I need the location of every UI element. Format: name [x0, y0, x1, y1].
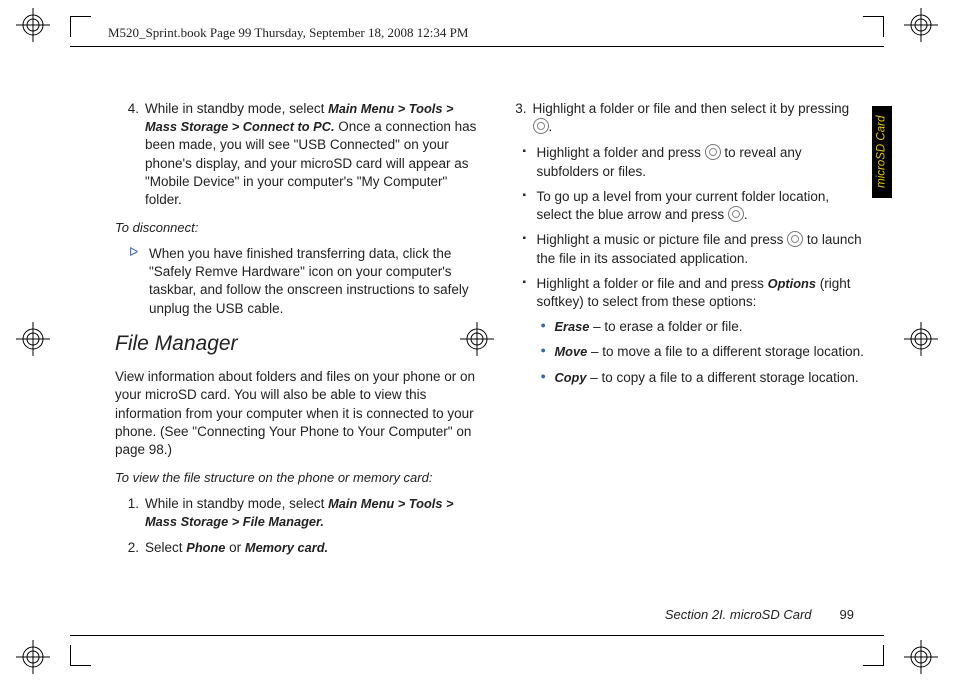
ok-button-icon [705, 144, 721, 160]
registration-mark-icon [904, 640, 938, 674]
step-text: Select Phone or Memory card. [145, 539, 477, 557]
bullet-item: ▪Highlight a folder or file and and pres… [523, 275, 865, 311]
step-4: 4. While in standby mode, select Main Me… [115, 100, 477, 209]
header-rule [70, 46, 884, 47]
bullet-disconnect: ᐅ When you have finished transferring da… [129, 245, 477, 318]
step-number: 1. [115, 495, 139, 531]
square-bullet-icon: ▪ [523, 275, 535, 311]
page-header: M520_Sprint.book Page 99 Thursday, Septe… [108, 24, 468, 42]
step-text: While in standby mode, select Main Menu … [145, 100, 477, 209]
registration-mark-icon [904, 8, 938, 42]
page: M520_Sprint.book Page 99 Thursday, Septe… [0, 0, 954, 682]
side-tab-label: microSD Card [874, 116, 890, 188]
dot-bullet-icon: ● [541, 369, 553, 387]
footer-section: Section 2I. microSD Card [665, 607, 812, 622]
square-bullet-icon: ▪ [523, 188, 535, 224]
sub-bullet-item: ●Copy – to copy a file to a different st… [541, 369, 865, 387]
step-text: Highlight a folder or file and then sele… [533, 100, 865, 136]
ok-button-icon [728, 206, 744, 222]
content-area: 4. While in standby mode, select Main Me… [115, 100, 864, 622]
bullet-item: ▪Highlight a music or picture file and p… [523, 231, 865, 267]
crop-mark-icon [70, 16, 91, 37]
page-number: 99 [840, 607, 854, 622]
square-bullet-icon: ▪ [523, 231, 535, 267]
paragraph: View information about folders and files… [115, 368, 477, 459]
bullet-item: ▪Highlight a folder and press to reveal … [523, 144, 865, 180]
step-1: 1. While in standby mode, select Main Me… [115, 495, 477, 531]
step-text: While in standby mode, select Main Menu … [145, 495, 477, 531]
registration-mark-icon [16, 640, 50, 674]
crop-mark-icon [70, 645, 91, 666]
square-bullet-icon: ▪ [523, 144, 535, 180]
page-footer: Section 2I. microSD Card 99 [665, 606, 854, 624]
ok-button-icon [533, 118, 549, 134]
side-tab: microSD Card [872, 106, 892, 198]
registration-mark-icon [16, 8, 50, 42]
step-number: 3. [503, 100, 527, 136]
bullet-item: ▪To go up a level from your current fold… [523, 188, 865, 224]
step-number: 2. [115, 539, 139, 557]
crop-mark-icon [863, 16, 884, 37]
subheading-disconnect: To disconnect: [115, 219, 477, 237]
step-2: 2. Select Phone or Memory card. [115, 539, 477, 557]
footer-rule [70, 635, 884, 636]
dot-bullet-icon: ● [541, 343, 553, 361]
triangle-bullet-icon: ᐅ [129, 245, 143, 318]
bullet-text: When you have finished transferring data… [149, 245, 477, 318]
subheading-view: To view the file structure on the phone … [115, 469, 477, 487]
registration-mark-icon [904, 322, 938, 356]
crop-mark-icon [863, 645, 884, 666]
sub-bullet-item: ●Erase – to erase a folder or file. [541, 318, 865, 336]
registration-mark-icon [16, 322, 50, 356]
sub-bullet-item: ●Move – to move a file to a different st… [541, 343, 865, 361]
left-column: 4. While in standby mode, select Main Me… [115, 100, 477, 622]
heading-file-manager: File Manager [115, 330, 477, 358]
ok-button-icon [787, 231, 803, 247]
dot-bullet-icon: ● [541, 318, 553, 336]
step-3: 3. Highlight a folder or file and then s… [503, 100, 865, 136]
step-number: 4. [115, 100, 139, 209]
right-column: 3. Highlight a folder or file and then s… [503, 100, 865, 622]
